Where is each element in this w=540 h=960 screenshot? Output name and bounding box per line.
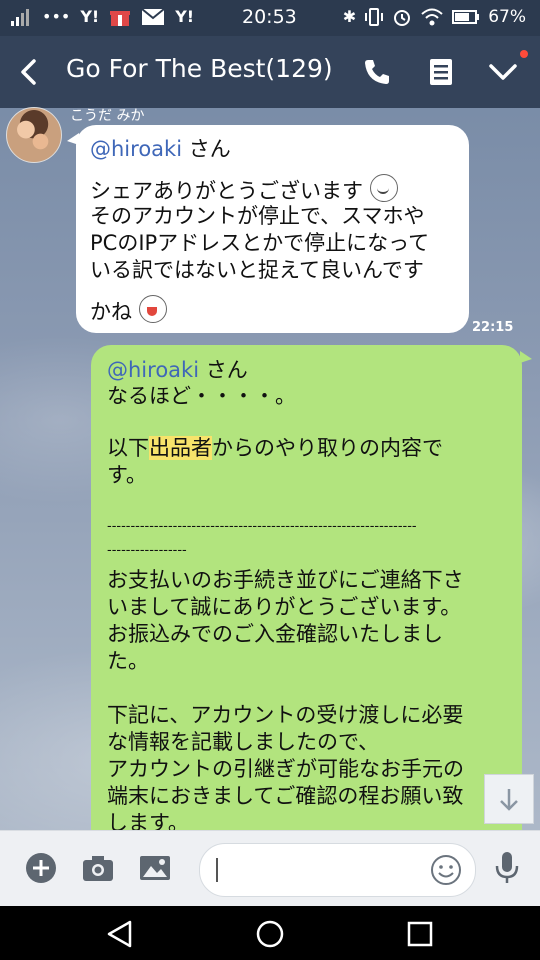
- chat-header: Go For The Best(129): [0, 36, 540, 108]
- gift-icon: [110, 11, 131, 26]
- system-nav-bar: [0, 906, 540, 960]
- incoming-last-line: かね: [90, 295, 167, 326]
- mention-suffix: さん: [182, 137, 231, 161]
- message-input[interactable]: [199, 843, 476, 897]
- incoming-line-1: シェアありがとうございます: [90, 174, 398, 205]
- outgoing-message-bubble[interactable]: @hiroaki さん なるほど・・・・。 以下出品者からのやり取りの内容で す…: [91, 345, 532, 845]
- microphone-icon[interactable]: [490, 850, 524, 884]
- incoming-mention-line: @hiroaki さん: [90, 136, 231, 163]
- alarm-icon: [394, 10, 411, 26]
- mail-icon: [141, 8, 165, 25]
- vibrate-icon: [365, 8, 384, 26]
- outgoing-body: お支払いのお手続き並びにご連絡下さ いまして誠にありがとうございます。 お振込み…: [107, 568, 464, 835]
- status-bar: ••• Y! Y! 20:53 ✱ 67%: [0, 0, 540, 36]
- chevron-down-icon[interactable]: [487, 56, 519, 88]
- camera-icon[interactable]: [81, 851, 115, 885]
- signal-icon: [11, 9, 29, 26]
- message-input-bar: [0, 830, 540, 907]
- scroll-to-bottom-button[interactable]: [484, 774, 534, 824]
- nav-back-icon[interactable]: [104, 918, 136, 950]
- mention-link[interactable]: @hiroaki: [107, 358, 199, 382]
- chat-title: Go For The Best(129): [66, 54, 333, 83]
- message-time: 22:15: [472, 320, 514, 335]
- battery-icon: [452, 10, 480, 24]
- incoming-line-1-text: シェアありがとうございます: [90, 179, 363, 203]
- image-icon[interactable]: [138, 851, 172, 885]
- text-caret: [216, 858, 218, 882]
- mention-link[interactable]: @hiroaki: [90, 137, 182, 161]
- bluetooth-icon: ✱: [342, 7, 357, 26]
- tongue-emoji-icon: [138, 295, 167, 323]
- back-arrow-icon[interactable]: [14, 56, 46, 88]
- status-time: 20:53: [242, 6, 297, 28]
- phone-icon[interactable]: [361, 56, 393, 88]
- arrow-down-icon: [500, 789, 518, 811]
- sender-avatar[interactable]: [6, 107, 62, 163]
- dots-icon: •••: [42, 7, 71, 26]
- outgoing-line-1: なるほど・・・・。: [107, 384, 296, 408]
- battery-percent: 67%: [488, 7, 526, 27]
- smile-emoji-icon: [369, 174, 398, 202]
- notes-icon[interactable]: [425, 56, 457, 88]
- yahoo-icon: Y!: [175, 7, 195, 26]
- nav-recents-icon[interactable]: [404, 918, 436, 950]
- highlighted-keyword: 出品者: [149, 436, 212, 460]
- sender-name: こうだ みか: [70, 108, 145, 124]
- add-icon[interactable]: [24, 851, 58, 885]
- nav-home-icon[interactable]: [254, 918, 286, 950]
- incoming-last-text: かね: [90, 300, 132, 324]
- outgoing-mention-line: @hiroaki さん: [107, 357, 248, 384]
- line-2-pre: 以下: [107, 436, 149, 460]
- outgoing-line-2: 以下出品者からのやり取りの内容で す。: [107, 435, 443, 489]
- emoji-icon[interactable]: [429, 853, 463, 887]
- incoming-message-bubble[interactable]: @hiroaki さん シェアありがとうございます そのアカウントが停止で、スマ…: [67, 125, 469, 333]
- yahoo-icon: Y!: [80, 7, 100, 26]
- divider-line: ----------------------------------------…: [107, 519, 417, 558]
- incoming-body: そのアカウントが停止で、スマホや PCのIPアドレスとかで停止になって いる訳で…: [90, 204, 430, 282]
- wifi-icon: [421, 8, 443, 26]
- notification-dot: [520, 50, 528, 58]
- mention-suffix: さん: [199, 358, 248, 382]
